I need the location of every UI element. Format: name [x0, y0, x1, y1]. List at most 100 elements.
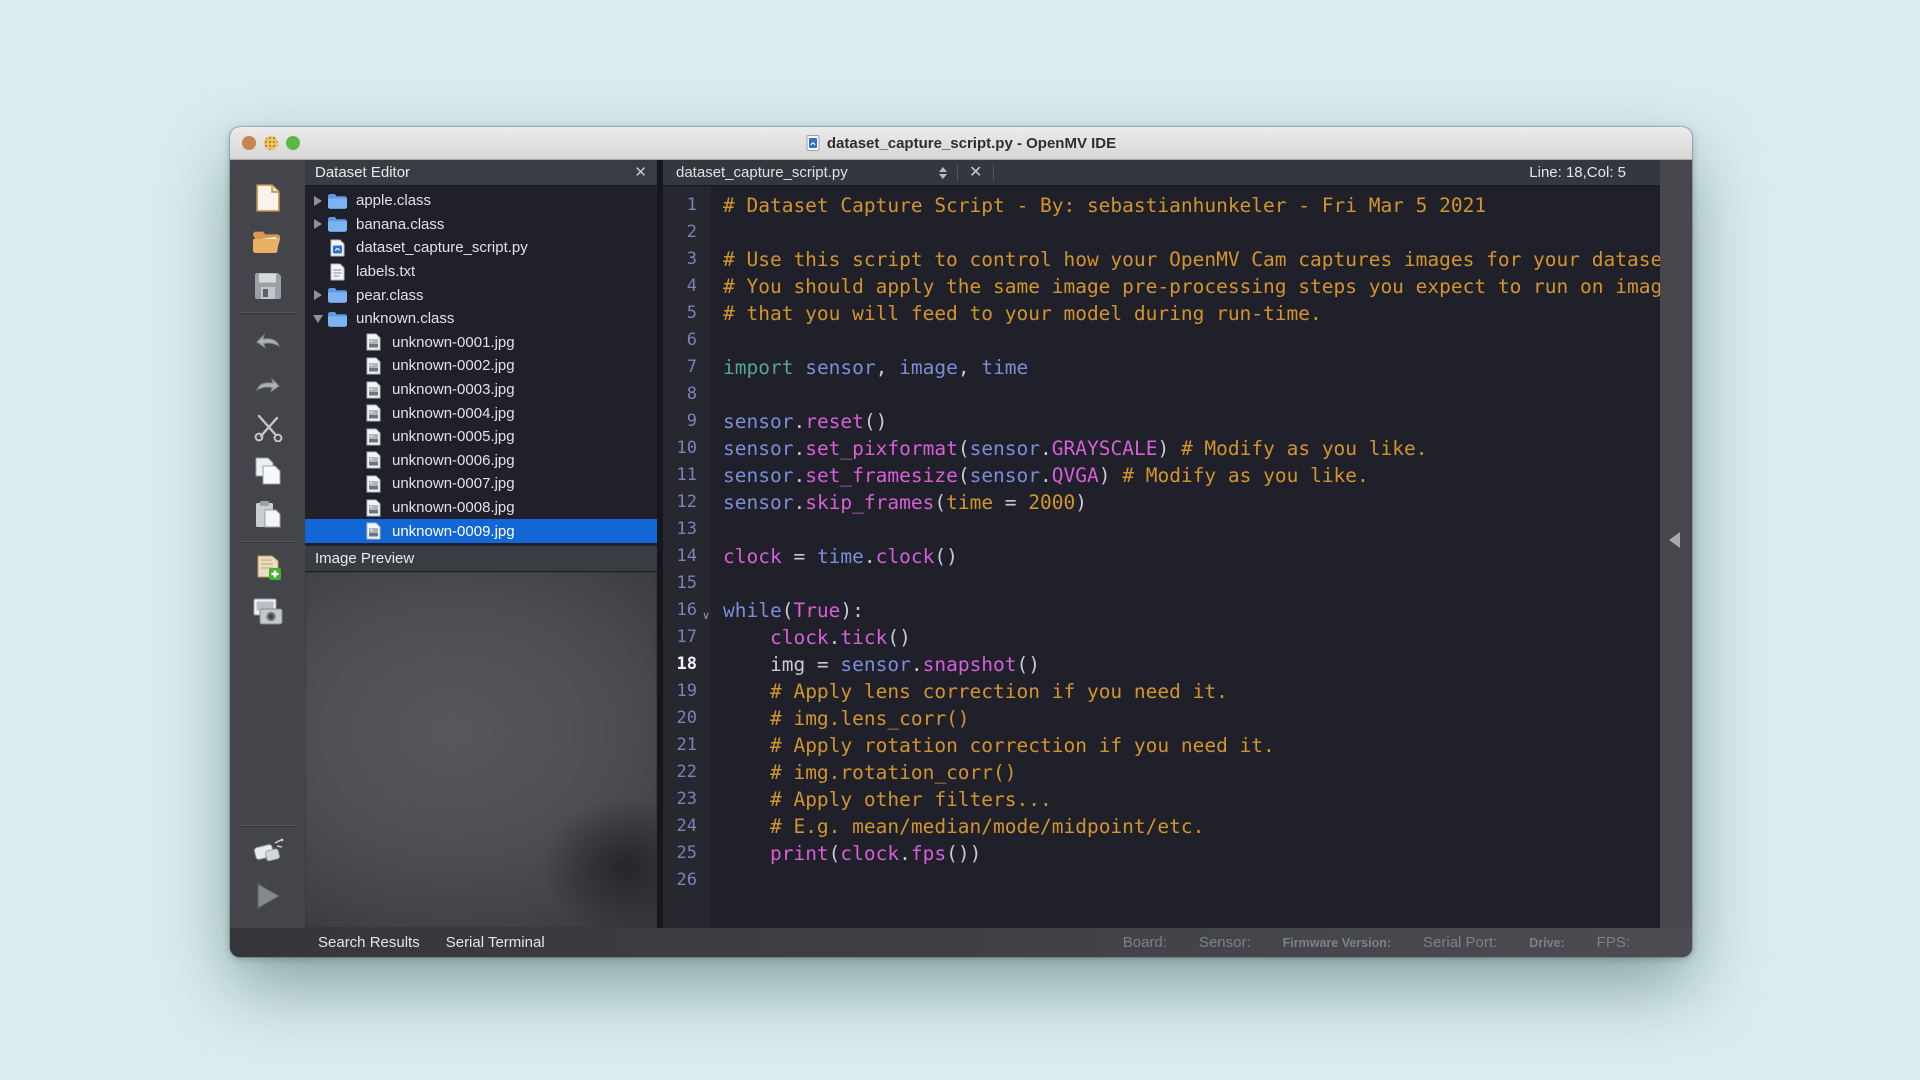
image-file-icon: [366, 428, 381, 446]
run-script-button[interactable]: [249, 878, 287, 914]
image-file-icon: [366, 333, 381, 351]
code-line[interactable]: [723, 219, 1660, 246]
paste-button[interactable]: [249, 497, 287, 533]
save-button[interactable]: [249, 268, 287, 304]
code-line[interactable]: # Dataset Capture Script - By: sebastian…: [723, 192, 1660, 219]
tab-close-icon[interactable]: ✕: [958, 165, 993, 181]
tree-item-banana-class[interactable]: banana.class: [305, 213, 657, 237]
toolbar-divider: [240, 312, 296, 313]
tab-dataset-capture-script[interactable]: dataset_capture_script.py: [663, 164, 929, 181]
image-file-icon: [366, 499, 381, 517]
main-area: Dataset Editor ✕ apple.classbanana.class…: [230, 160, 1692, 928]
right-panel-handle[interactable]: [1660, 160, 1692, 928]
status-tab-serial-terminal[interactable]: Serial Terminal: [446, 934, 545, 951]
line-number: 9: [663, 408, 711, 435]
copy-button[interactable]: [249, 453, 287, 489]
capture-image-button[interactable]: [249, 594, 287, 630]
code-line[interactable]: [723, 516, 1660, 543]
tree-item-unknown-0008-jpg[interactable]: unknown-0008.jpg: [305, 496, 657, 520]
copy-icon: [254, 456, 282, 486]
disclosure-collapsed-icon[interactable]: [310, 196, 325, 206]
status-tab-search-results[interactable]: Search Results: [318, 934, 420, 951]
tree-item-unknown-0004-jpg[interactable]: unknown-0004.jpg: [305, 401, 657, 425]
tree-item-unknown-0007-jpg[interactable]: unknown-0007.jpg: [305, 472, 657, 496]
line-number: 26: [663, 867, 711, 894]
code-line[interactable]: [723, 867, 1660, 894]
cut-button[interactable]: [249, 409, 287, 445]
tree-item-unknown-0002-jpg[interactable]: unknown-0002.jpg: [305, 354, 657, 378]
folder-icon: [327, 216, 348, 232]
code-line[interactable]: clock.tick(): [723, 624, 1660, 651]
tree-item-dataset_capture_script-py[interactable]: dataset_capture_script.py: [305, 236, 657, 260]
tab-spinner-icon[interactable]: [929, 167, 957, 179]
status-field-sensor: Sensor:: [1199, 934, 1251, 951]
openmv-ide-window: dataset_capture_script.py - OpenMV IDE D…: [230, 127, 1692, 957]
disclosure-expanded-icon[interactable]: [310, 315, 325, 323]
code-line[interactable]: while(True):: [723, 597, 1660, 624]
line-number: 4: [663, 273, 711, 300]
new-file-button[interactable]: [249, 180, 287, 216]
new-class-folder-button[interactable]: [249, 550, 287, 586]
code-line[interactable]: clock = time.clock(): [723, 543, 1660, 570]
code-line[interactable]: # Apply rotation correction if you need …: [723, 732, 1660, 759]
code-line[interactable]: # E.g. mean/median/mode/midpoint/etc.: [723, 813, 1660, 840]
code-line[interactable]: # You should apply the same image pre-pr…: [723, 273, 1660, 300]
code-line[interactable]: # Use this script to control how your Op…: [723, 246, 1660, 273]
python-file-icon: [330, 239, 345, 257]
title-bar[interactable]: dataset_capture_script.py - OpenMV IDE: [230, 127, 1692, 160]
line-number: 18: [663, 651, 711, 678]
tree-item-unknown-0005-jpg[interactable]: unknown-0005.jpg: [305, 425, 657, 449]
status-tabs: Search Results Serial Terminal: [230, 934, 545, 951]
image-preview-title: Image Preview: [315, 550, 414, 567]
tree-item-unknown-0006-jpg[interactable]: unknown-0006.jpg: [305, 449, 657, 473]
tree-item-label: unknown-0003.jpg: [392, 381, 515, 398]
new-class-folder-icon: [252, 552, 284, 584]
code-line[interactable]: # img.lens_corr(): [723, 705, 1660, 732]
code-line[interactable]: # that you will feed to your model durin…: [723, 300, 1660, 327]
code-line[interactable]: # Apply lens correction if you need it.: [723, 678, 1660, 705]
tree-item-unknown-0001-jpg[interactable]: unknown-0001.jpg: [305, 331, 657, 355]
line-number: 22: [663, 759, 711, 786]
code-line[interactable]: [723, 570, 1660, 597]
tree-item-label: unknown-0004.jpg: [392, 405, 515, 422]
undo-button[interactable]: [249, 321, 287, 357]
window-title-group: dataset_capture_script.py - OpenMV IDE: [806, 135, 1116, 152]
close-panel-icon[interactable]: ✕: [634, 165, 647, 180]
code-line[interactable]: sensor.reset(): [723, 408, 1660, 435]
tree-item-labels-txt[interactable]: labels.txt: [305, 260, 657, 284]
close-window-button[interactable]: [242, 136, 256, 150]
code-line[interactable]: print(clock.fps()): [723, 840, 1660, 867]
open-folder-button[interactable]: [249, 224, 287, 260]
connect-button[interactable]: [249, 834, 287, 870]
code-line[interactable]: [723, 381, 1660, 408]
code-content[interactable]: # Dataset Capture Script - By: sebastian…: [711, 186, 1660, 928]
preview-image: [305, 572, 657, 928]
disclosure-collapsed-icon[interactable]: [310, 219, 325, 229]
tree-item-unknown-0003-jpg[interactable]: unknown-0003.jpg: [305, 378, 657, 402]
zoom-window-button[interactable]: [286, 136, 300, 150]
code-line[interactable]: sensor.set_pixformat(sensor.GRAYSCALE) #…: [723, 435, 1660, 462]
folder-icon: [327, 311, 348, 327]
tree-item-pear-class[interactable]: pear.class: [305, 283, 657, 307]
code-line[interactable]: # Apply other filters...: [723, 786, 1660, 813]
tree-item-unknown-0009-jpg[interactable]: unknown-0009.jpg: [305, 519, 657, 543]
disclosure-collapsed-icon[interactable]: [310, 290, 325, 300]
code-line[interactable]: sensor.set_framesize(sensor.QVGA) # Modi…: [723, 462, 1660, 489]
tree-item-apple-class[interactable]: apple.class: [305, 189, 657, 213]
line-number: 3: [663, 246, 711, 273]
minimize-window-button[interactable]: [264, 136, 278, 150]
tree-item-unknown-class[interactable]: unknown.class: [305, 307, 657, 331]
tree-item-label: unknown-0005.jpg: [392, 428, 515, 445]
code-line[interactable]: # img.rotation_corr(): [723, 759, 1660, 786]
line-number: 10: [663, 435, 711, 462]
redo-button[interactable]: [249, 365, 287, 401]
code-line[interactable]: img = sensor.snapshot(): [723, 651, 1660, 678]
code-line[interactable]: sensor.skip_frames(time = 2000): [723, 489, 1660, 516]
text-file-icon: [330, 263, 345, 281]
code-editor[interactable]: 12345678910111213141516∨1718192021222324…: [663, 186, 1660, 928]
expand-left-arrow-icon[interactable]: [1669, 532, 1680, 548]
code-line[interactable]: import sensor, image, time: [723, 354, 1660, 381]
tree-item-label: unknown-0001.jpg: [392, 334, 515, 351]
code-line[interactable]: [723, 327, 1660, 354]
editor-tab-bar: dataset_capture_script.py ✕ Line: 18,Col…: [663, 160, 1660, 186]
